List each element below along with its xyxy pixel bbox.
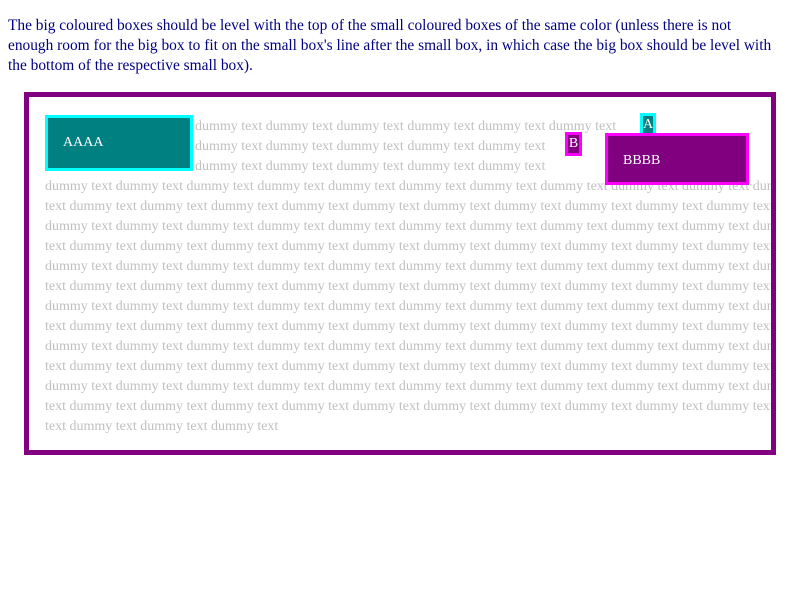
big-box-a-label: AAAA bbox=[63, 135, 104, 150]
dummy-line: dummy text dummy text dummy text dummy t… bbox=[45, 339, 776, 354]
dummy-line: text dummy text dummy text dummy text bbox=[45, 419, 279, 434]
dummy-line: dummy text dummy text dummy text dummy t… bbox=[45, 259, 776, 274]
dummy-line: dummy text dummy text dummy text dummy t… bbox=[45, 219, 776, 234]
dummy-line: text dummy text dummy text dummy text du… bbox=[45, 239, 774, 254]
dummy-line: text dummy text dummy text dummy text du… bbox=[45, 199, 774, 214]
small-box-b: B bbox=[565, 132, 582, 156]
dummy-line: text dummy text dummy text dummy text du… bbox=[45, 399, 774, 414]
test-container: dummy text dummy text dummy text dummy t… bbox=[24, 92, 776, 455]
big-box-b-label: BBBB bbox=[623, 153, 661, 168]
dummy-line: text dummy text dummy text dummy text du… bbox=[45, 359, 774, 374]
dummy-line: dummy text dummy text dummy text dummy t… bbox=[45, 379, 776, 394]
description-text: The big coloured boxes should be level w… bbox=[8, 17, 772, 74]
dummy-line: text dummy text dummy text dummy text du… bbox=[45, 279, 774, 294]
big-box-b: BBBB bbox=[605, 133, 749, 185]
big-box-a: AAAA bbox=[45, 115, 193, 171]
dummy-line: text dummy text dummy text dummy text du… bbox=[45, 319, 774, 334]
dummy-line: dummy text dummy text dummy text dummy t… bbox=[45, 299, 776, 314]
